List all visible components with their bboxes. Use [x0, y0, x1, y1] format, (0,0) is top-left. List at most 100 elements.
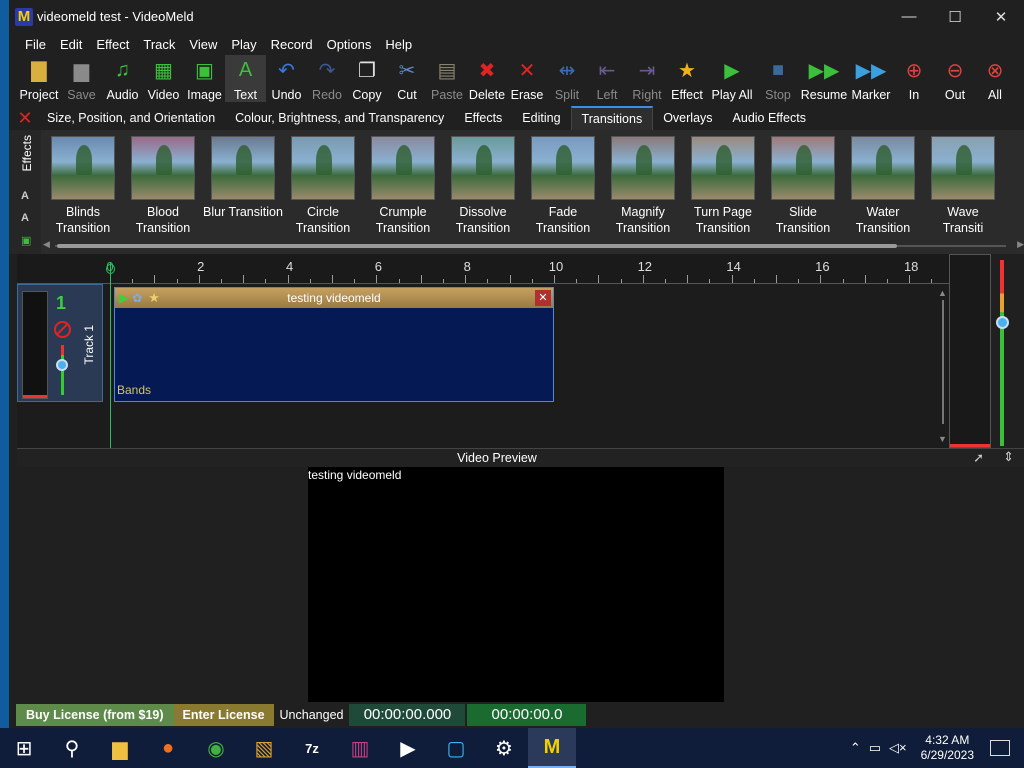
marker-button[interactable]: ▶▶ Marker	[849, 55, 893, 103]
transition-turn-page[interactable]: Turn Page Transition	[683, 136, 763, 236]
in-button[interactable]: ⊕ In	[893, 55, 935, 103]
notification-icon[interactable]	[990, 740, 1010, 756]
stop-button[interactable]: ■ Stop	[757, 55, 799, 103]
menu-help[interactable]: Help	[385, 37, 412, 52]
menu-effect[interactable]: Effect	[96, 37, 129, 52]
resume-button[interactable]: ▶▶ Resume	[799, 55, 849, 103]
paste-button[interactable]: ▤ Paste	[427, 55, 467, 103]
network-icon[interactable]: ▭	[869, 740, 881, 756]
right-button[interactable]: ⇥ Right	[627, 55, 667, 103]
effect-button[interactable]: ★ Effect	[667, 55, 707, 103]
pin-icon[interactable]: ➚	[973, 450, 984, 466]
resize-icon[interactable]: ⇕	[1003, 449, 1014, 465]
file-explorer-icon[interactable]: ▆	[96, 728, 144, 768]
remote-desktop-icon[interactable]: ▢	[432, 728, 480, 768]
all-button[interactable]: ⊗ All	[975, 55, 1015, 103]
minimize-button[interactable]: —	[886, 0, 932, 33]
scroll-down-icon[interactable]: ▼	[938, 434, 947, 444]
volume-muted-icon[interactable]: ◁×	[889, 740, 907, 756]
tab-effects[interactable]: Effects	[454, 106, 512, 130]
7zip-icon[interactable]: 7z	[288, 728, 336, 768]
text-style-icon[interactable]: A	[21, 190, 29, 202]
preview-header: Video Preview ➚ ⇕	[17, 448, 1024, 467]
out-button[interactable]: ⊖ Out	[935, 55, 975, 103]
text-button[interactable]: A Text	[225, 55, 266, 102]
transition-magnify[interactable]: Magnify Transition	[603, 136, 683, 236]
close-effects-icon[interactable]: ✕	[13, 108, 37, 129]
text-clip[interactable]: ▶ ✿ ★ testing videomeld ✕ Bands	[114, 287, 554, 402]
menu-view[interactable]: View	[189, 37, 217, 52]
volume-slider-knob[interactable]	[56, 359, 68, 371]
transition-wave[interactable]: Wave Transiti	[923, 136, 1003, 236]
maximize-button[interactable]: ☐	[932, 0, 978, 33]
scroll-thumb[interactable]	[57, 244, 897, 248]
menu-play[interactable]: Play	[231, 37, 256, 52]
buy-license-button[interactable]: Buy License (from $19)	[16, 704, 174, 726]
enter-license-button[interactable]: Enter License	[173, 704, 274, 726]
clip-header[interactable]: ▶ ✿ ★ testing videomeld ✕	[115, 288, 553, 308]
chevron-up-icon[interactable]: ⌃	[850, 740, 861, 756]
windows-start-icon[interactable]: ⊞	[0, 728, 48, 768]
transition-blinds[interactable]: Blinds Transition	[43, 136, 123, 236]
menu-record[interactable]: Record	[271, 37, 313, 52]
mute-icon[interactable]	[54, 321, 71, 338]
tab-editing[interactable]: Editing	[512, 106, 570, 130]
audio-button[interactable]: ♫ Audio	[102, 55, 143, 103]
transition-blur-transition[interactable]: Blur Transition	[203, 136, 283, 236]
transition-crumple[interactable]: Crumple Transition	[363, 136, 443, 236]
tab-transitions[interactable]: Transitions	[570, 106, 654, 130]
timeline-ruler[interactable]: 024681012141618	[17, 254, 949, 284]
transition-slide[interactable]: Slide Transition	[763, 136, 843, 236]
undo-button[interactable]: ↶ Undo	[266, 55, 307, 103]
firefox-icon[interactable]: ●	[144, 728, 192, 768]
save-button[interactable]: ▆ Save	[61, 55, 102, 103]
transitions-scrollbar[interactable]: ◀ ▶	[43, 239, 1024, 250]
transition-blood[interactable]: Blood Transition	[123, 136, 203, 236]
winrar-icon[interactable]: ▥	[336, 728, 384, 768]
tab-size-position[interactable]: Size, Position, and Orientation	[37, 106, 225, 130]
chrome-icon[interactable]: ◉	[192, 728, 240, 768]
master-volume-knob[interactable]	[996, 316, 1009, 329]
menu-edit[interactable]: Edit	[60, 37, 82, 52]
tab-colour-brightness[interactable]: Colour, Brightness, and Transparency	[225, 106, 454, 130]
tracks-vertical-scrollbar[interactable]: ▲ ▼	[938, 288, 948, 444]
project-button[interactable]: ▇ Project	[17, 55, 61, 103]
close-window-button[interactable]: ✕	[978, 0, 1024, 33]
erase-button[interactable]: ✕ Erase	[507, 55, 547, 103]
text-plain-icon[interactable]: A	[21, 212, 29, 224]
left-button[interactable]: ⇤ Left	[587, 55, 627, 103]
tab-audio-effects[interactable]: Audio Effects	[723, 106, 816, 130]
menu-options[interactable]: Options	[327, 37, 372, 52]
scroll-left-icon[interactable]: ◀	[43, 239, 50, 250]
ruler-tick	[509, 275, 511, 283]
transition-circle[interactable]: Circle Transition	[283, 136, 363, 236]
image-effect-icon[interactable]: ▣	[21, 234, 31, 247]
settings-icon[interactable]: ⚙	[480, 728, 528, 768]
tab-overlays[interactable]: Overlays	[653, 106, 722, 130]
delete-button[interactable]: ✖ Delete	[467, 55, 507, 103]
transition-fade[interactable]: Fade Transition	[523, 136, 603, 236]
clip-delete-icon[interactable]: ✕	[535, 290, 551, 306]
redo-button[interactable]: ↷ Redo	[307, 55, 347, 103]
transition-dissolve[interactable]: Dissolve Transition	[443, 136, 523, 236]
scroll-up-icon[interactable]: ▲	[938, 288, 947, 298]
transition-water[interactable]: Water Transition	[843, 136, 923, 236]
media-player-icon[interactable]: ▶	[384, 728, 432, 768]
playhead-handle[interactable]	[106, 264, 115, 274]
video-preview[interactable]: testing videomeld	[308, 467, 724, 702]
copy-button[interactable]: ❐ Copy	[347, 55, 387, 103]
clock[interactable]: 4:32 AM 6/29/2023	[921, 733, 974, 763]
image-button[interactable]: ▣ Image	[184, 55, 225, 103]
menu-track[interactable]: Track	[143, 37, 175, 52]
search-icon[interactable]: ⚲	[48, 728, 96, 768]
play-all-button[interactable]: ▶ Play All	[707, 55, 757, 103]
menu-file[interactable]: File	[25, 37, 46, 52]
playhead[interactable]	[110, 262, 111, 448]
vertical-scroll-thumb[interactable]	[942, 300, 944, 424]
split-button[interactable]: ⇹ Split	[547, 55, 587, 103]
videomeld-icon[interactable]: M	[528, 728, 576, 768]
scroll-right-icon[interactable]: ▶	[1017, 239, 1024, 250]
video-button[interactable]: ▦ Video	[143, 55, 184, 103]
paint-icon[interactable]: ▧	[240, 728, 288, 768]
cut-button[interactable]: ✂ Cut	[387, 55, 427, 103]
